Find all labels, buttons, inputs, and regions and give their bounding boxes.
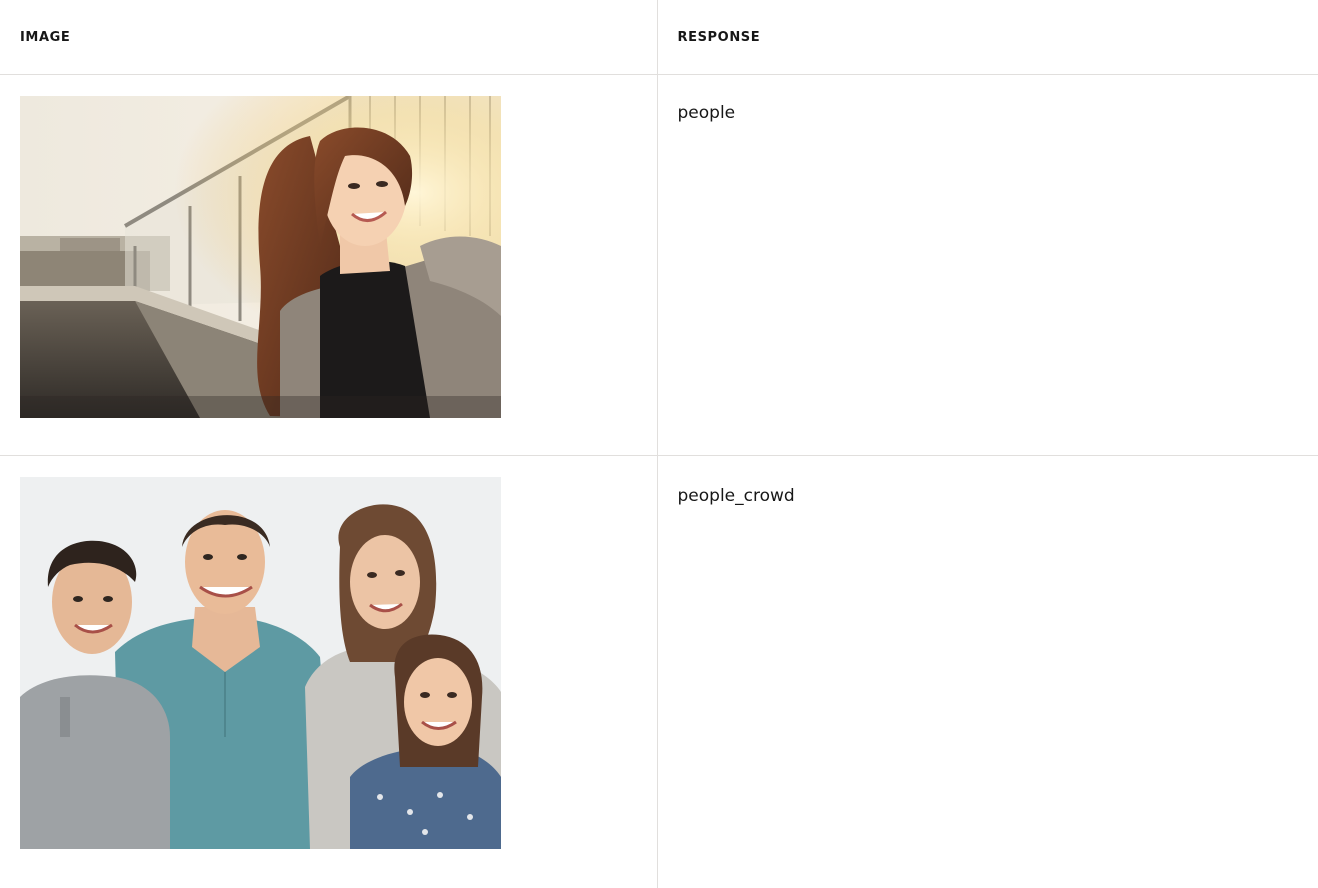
image-response-table: IMAGE RESPONSE xyxy=(0,0,1318,888)
table-row: people xyxy=(0,75,1318,456)
column-header-response: RESPONSE xyxy=(657,0,1318,75)
photo-family-group-icon xyxy=(20,477,501,849)
response-text: people_crowd xyxy=(678,486,795,506)
table-header-row: IMAGE RESPONSE xyxy=(0,0,1318,75)
response-cell: people xyxy=(657,75,1318,456)
response-text: people xyxy=(678,103,736,123)
photo-woman-on-rooftop-icon xyxy=(20,96,501,418)
column-header-image: IMAGE xyxy=(0,0,657,75)
image-cell xyxy=(0,456,657,888)
image-cell xyxy=(0,75,657,456)
response-cell: people_crowd xyxy=(657,456,1318,888)
table-row: people_crowd xyxy=(0,456,1318,888)
